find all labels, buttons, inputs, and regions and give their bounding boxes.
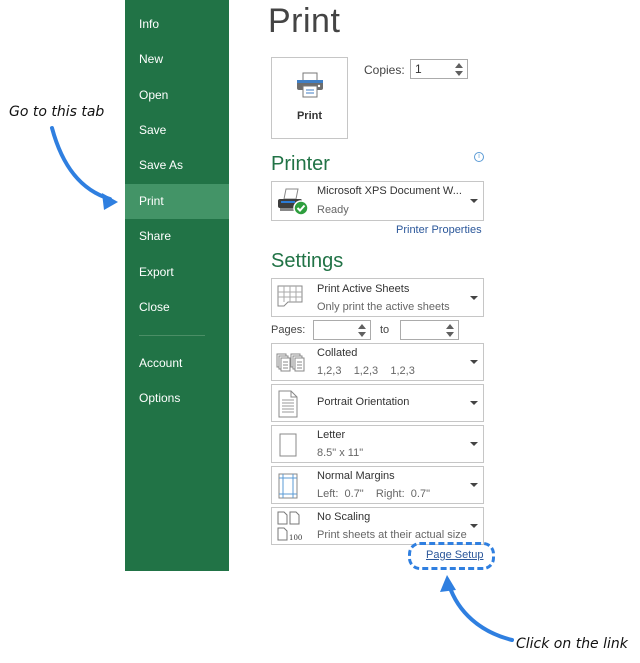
sidebar-item-options[interactable]: Options bbox=[125, 381, 229, 416]
print-button-label: Print bbox=[296, 110, 323, 122]
scaling-dropdown[interactable]: 100 No Scaling Print sheets at their act… bbox=[271, 507, 484, 545]
portrait-page-icon bbox=[278, 390, 298, 418]
printer-icon bbox=[297, 72, 323, 98]
printer-status: Ready bbox=[317, 204, 349, 216]
printer-section-title: Printer bbox=[271, 153, 330, 175]
chevron-down-icon bbox=[470, 401, 478, 405]
sheet-grid-icon bbox=[277, 285, 303, 307]
copies-stepper[interactable]: 1 bbox=[410, 59, 468, 79]
sidebar-item-close[interactable]: Close bbox=[125, 290, 229, 325]
printer-properties-link[interactable]: Printer Properties bbox=[396, 224, 482, 236]
chevron-down-icon bbox=[470, 296, 478, 300]
spin-down-icon[interactable] bbox=[358, 332, 366, 337]
letter-page-icon bbox=[279, 433, 297, 457]
sidebar-item-export[interactable]: Export bbox=[125, 255, 229, 290]
scaling-title: No Scaling bbox=[317, 511, 371, 523]
print-what-subtitle: Only print the active sheets bbox=[317, 301, 450, 313]
page-setup-link[interactable]: Page Setup bbox=[426, 549, 484, 561]
spin-down-icon[interactable] bbox=[455, 71, 463, 76]
chevron-down-icon bbox=[470, 483, 478, 487]
chevron-down-icon bbox=[470, 199, 478, 203]
svg-text:100: 100 bbox=[289, 534, 302, 542]
sidebar-item-open[interactable]: Open bbox=[125, 78, 229, 113]
print-what-dropdown[interactable]: Print Active Sheets Only print the activ… bbox=[271, 278, 484, 317]
pages-label: Pages: bbox=[271, 324, 306, 336]
copies-label: Copies: bbox=[364, 63, 405, 77]
page-title: Print bbox=[268, 2, 341, 40]
margins-dropdown[interactable]: Normal Margins Left: 0.7" Right: 0.7" bbox=[271, 466, 484, 504]
sidebar-item-account[interactable]: Account bbox=[125, 346, 229, 381]
sidebar-item-print[interactable]: Print bbox=[125, 184, 229, 219]
sidebar-divider bbox=[139, 335, 205, 336]
sidebar-item-info[interactable]: Info bbox=[125, 7, 229, 42]
printer-dropdown[interactable]: Microsoft XPS Document W... Ready bbox=[271, 181, 484, 221]
spin-up-icon[interactable] bbox=[455, 63, 463, 68]
chevron-down-icon bbox=[470, 360, 478, 364]
print-button[interactable]: Print bbox=[271, 57, 348, 139]
info-icon[interactable]: i bbox=[474, 152, 484, 162]
no-scaling-icon: 100 bbox=[277, 511, 302, 542]
spin-up-icon[interactable] bbox=[358, 324, 366, 329]
paper-size-subtitle: 8.5" x 11" bbox=[317, 447, 364, 459]
collation-dropdown[interactable]: Collated 1,2,3 1,2,3 1,2,3 bbox=[271, 343, 484, 381]
printer-name: Microsoft XPS Document W... bbox=[317, 185, 462, 197]
sidebar-item-save[interactable]: Save bbox=[125, 113, 229, 148]
spin-up-icon[interactable] bbox=[446, 324, 454, 329]
margins-subtitle: Left: 0.7" Right: 0.7" bbox=[317, 488, 430, 500]
scaling-subtitle: Print sheets at their actual size bbox=[317, 529, 467, 541]
spin-down-icon[interactable] bbox=[446, 332, 454, 337]
chevron-down-icon bbox=[470, 442, 478, 446]
annotation-click-link: Click on the link bbox=[516, 636, 628, 652]
chevron-down-icon bbox=[470, 524, 478, 528]
sidebar-item-new[interactable]: New bbox=[125, 42, 229, 77]
paper-size-dropdown[interactable]: Letter 8.5" x 11" bbox=[271, 425, 484, 463]
printer-ready-icon bbox=[278, 188, 309, 216]
pages-from-input[interactable] bbox=[313, 320, 371, 340]
orientation-dropdown[interactable]: Portrait Orientation bbox=[271, 384, 484, 422]
settings-section-title: Settings bbox=[271, 250, 344, 272]
backstage-sidebar: Info New Open Save Save As Print Share E… bbox=[125, 0, 229, 571]
pages-to-input[interactable] bbox=[400, 320, 459, 340]
margins-icon bbox=[278, 473, 298, 499]
collation-subtitle: 1,2,3 1,2,3 1,2,3 bbox=[317, 365, 415, 377]
copies-value: 1 bbox=[415, 62, 422, 76]
sidebar-item-share[interactable]: Share bbox=[125, 219, 229, 254]
print-what-title: Print Active Sheets bbox=[317, 283, 410, 295]
paper-size-title: Letter bbox=[317, 429, 346, 441]
collation-title: Collated bbox=[317, 347, 358, 359]
margins-title: Normal Margins bbox=[317, 470, 395, 482]
pages-to-label: to bbox=[380, 324, 390, 336]
orientation-title: Portrait Orientation bbox=[317, 396, 410, 408]
collated-pages-icon bbox=[276, 353, 305, 372]
sidebar-item-save-as[interactable]: Save As bbox=[125, 148, 229, 183]
